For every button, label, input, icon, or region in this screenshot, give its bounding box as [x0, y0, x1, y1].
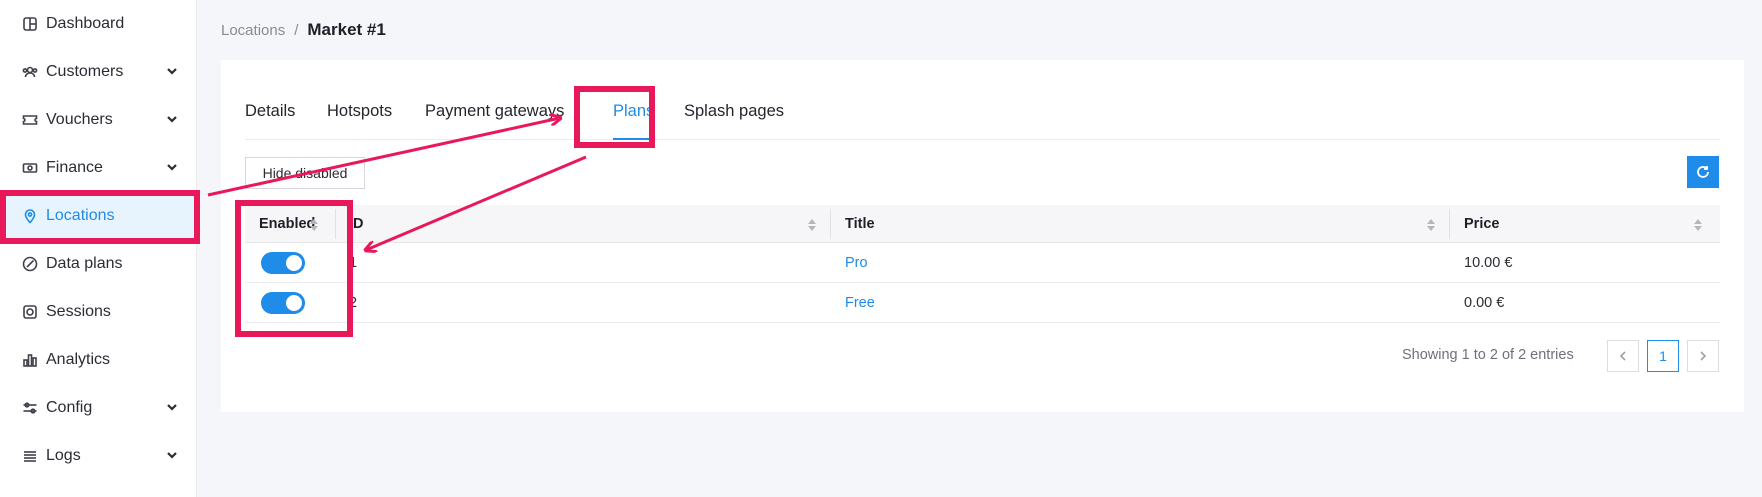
column-header-id[interactable]: ID: [349, 205, 364, 243]
sidebar: Dashboard Customers Vouchers Finance Loc…: [0, 0, 197, 497]
table-row: 1 Pro 10.00 €: [245, 243, 1720, 283]
refresh-icon: [1696, 165, 1710, 179]
table-row: 2 Free 0.00 €: [245, 283, 1720, 323]
page-button-current[interactable]: 1: [1647, 340, 1679, 372]
tab-bar: Details Hotspots Payment gateways Plans …: [245, 60, 1720, 140]
sidebar-item-config[interactable]: Config: [0, 384, 197, 432]
cell-title-link[interactable]: Free: [845, 283, 875, 323]
sidebar-item-label: Locations: [46, 207, 115, 224]
previous-page-button[interactable]: [1607, 340, 1639, 372]
next-page-button[interactable]: [1687, 340, 1719, 372]
table-header: Enabled ID Title Price: [245, 205, 1720, 243]
column-divider: [1449, 209, 1450, 239]
toggle-knob: [286, 255, 302, 271]
voucher-icon: [22, 112, 38, 128]
column-divider: [830, 209, 831, 239]
sidebar-item-finance[interactable]: Finance: [0, 144, 197, 192]
active-tab-indicator: [613, 138, 653, 140]
sidebar-item-label: Config: [46, 399, 93, 416]
cell-id: 1: [349, 255, 358, 271]
sidebar-item-vouchers[interactable]: Vouchers: [0, 96, 197, 144]
finance-icon: [22, 160, 38, 176]
sidebar-item-label: Analytics: [46, 351, 111, 368]
sessions-icon: [22, 304, 38, 320]
tab-payment-gateways[interactable]: Payment gateways: [425, 102, 564, 121]
chevron-left-icon: [1618, 351, 1628, 361]
sidebar-item-label: Vouchers: [46, 111, 113, 128]
enabled-toggle[interactable]: [261, 292, 305, 314]
breadcrumb-link-locations[interactable]: Locations: [221, 22, 285, 39]
chevron-down-icon[interactable]: [165, 64, 179, 78]
sidebar-item-data-plans[interactable]: Data plans: [0, 240, 197, 288]
data-plans-icon: [22, 256, 38, 272]
tab-hotspots[interactable]: Hotspots: [327, 102, 392, 121]
breadcrumb: Locations / Market #1: [221, 20, 386, 40]
enabled-toggle[interactable]: [261, 252, 305, 274]
analytics-icon: [22, 352, 38, 368]
column-header-price[interactable]: Price: [1464, 205, 1499, 243]
column-header-enabled[interactable]: Enabled: [259, 205, 315, 243]
logs-icon: [22, 448, 38, 464]
chevron-right-icon: [1698, 351, 1708, 361]
location-card: Details Hotspots Payment gateways Plans …: [221, 60, 1744, 412]
sidebar-item-label: Sessions: [46, 303, 111, 320]
toggle-knob: [286, 295, 302, 311]
refresh-button[interactable]: [1687, 156, 1719, 188]
chevron-down-icon[interactable]: [165, 400, 179, 414]
config-icon: [22, 400, 38, 416]
chevron-down-icon[interactable]: [165, 160, 179, 174]
column-divider: [335, 209, 336, 239]
breadcrumb-separator: /: [294, 21, 299, 39]
hide-disabled-button[interactable]: Hide disabled: [245, 157, 365, 189]
sidebar-item-sessions[interactable]: Sessions: [0, 288, 197, 336]
sidebar-item-label: Dashboard: [46, 15, 125, 32]
tab-details[interactable]: Details: [245, 102, 295, 121]
column-header-title[interactable]: Title: [845, 205, 875, 243]
dashboard-icon: [22, 16, 38, 32]
sidebar-item-logs[interactable]: Logs: [0, 432, 197, 480]
sidebar-item-label: Data plans: [46, 255, 123, 272]
sidebar-item-dashboard[interactable]: Dashboard: [0, 0, 197, 48]
sidebar-item-label: Finance: [46, 159, 103, 176]
cell-id: 2: [349, 295, 358, 311]
sort-icon[interactable]: [310, 218, 318, 231]
sidebar-item-locations[interactable]: Locations: [0, 192, 197, 240]
tab-plans[interactable]: Plans: [613, 102, 654, 121]
sort-icon[interactable]: [1427, 218, 1435, 231]
chevron-down-icon[interactable]: [165, 112, 179, 126]
sidebar-item-label: Customers: [46, 63, 124, 80]
sort-icon[interactable]: [808, 218, 816, 231]
tab-splash-pages[interactable]: Splash pages: [684, 102, 784, 121]
location-pin-icon: [22, 208, 38, 224]
sidebar-item-label: Logs: [46, 447, 81, 464]
sort-icon[interactable]: [1694, 218, 1702, 231]
cell-title-link[interactable]: Pro: [845, 243, 868, 283]
sidebar-item-analytics[interactable]: Analytics: [0, 336, 197, 384]
chevron-down-icon[interactable]: [165, 448, 179, 462]
page-title: Market #1: [307, 20, 386, 39]
pagination-summary: Showing 1 to 2 of 2 entries: [1402, 347, 1574, 363]
cell-price: 0.00 €: [1464, 295, 1505, 311]
customers-icon: [22, 64, 38, 80]
cell-price: 10.00 €: [1464, 255, 1513, 271]
sidebar-item-customers[interactable]: Customers: [0, 48, 197, 96]
